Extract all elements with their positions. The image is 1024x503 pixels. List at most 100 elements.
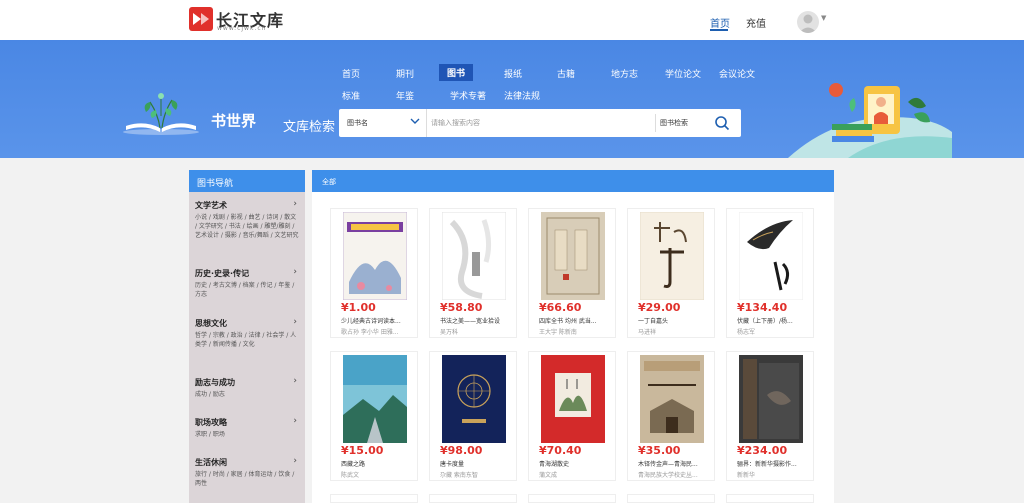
search-icon[interactable] — [714, 115, 730, 131]
top-nav-home[interactable]: 首页 — [710, 15, 730, 30]
sidebar-subcategories[interactable]: 历史 / 考古文博 / 档案 / 传记 / 年鉴 / 方志 — [195, 281, 299, 299]
category-home[interactable]: 首页 — [342, 67, 360, 80]
book-card[interactable]: ¥15.00 西藏之路 陈武文 — [330, 351, 418, 481]
book-price: ¥234.00 — [737, 444, 788, 457]
book-cover-image[interactable] — [541, 355, 605, 443]
sidebar-subcategories[interactable]: 哲学 / 宗教 / 政治 / 法律 / 社会学 / 人类学 / 新闻传播 / 文… — [195, 331, 299, 349]
book-card[interactable] — [528, 494, 616, 503]
chevron-right-icon[interactable]: › — [293, 376, 297, 386]
book-title[interactable]: 四库全书 均州 武当... — [539, 316, 613, 325]
category-newspapers[interactable]: 报纸 — [504, 67, 522, 80]
site-logo[interactable]: 长江文库 www.cjwk.cn — [189, 7, 289, 35]
sidebar-subcategories[interactable]: 成功 / 励志 — [195, 390, 299, 399]
sidebar-group-title[interactable]: 职场攻略 — [195, 417, 227, 428]
chevron-right-icon[interactable]: › — [293, 267, 297, 277]
chevron-right-icon[interactable]: › — [293, 456, 297, 466]
open-book-illustration-icon — [123, 93, 199, 135]
book-title[interactable]: 骊界：新新华摄影作... — [737, 459, 811, 468]
book-card[interactable]: ¥1.00 少儿经典古诗词读本... 歌占孙 李小华 田雅... — [330, 208, 418, 338]
category-journals[interactable]: 期刊 — [396, 67, 414, 80]
book-title[interactable]: 少儿经典古诗词读本... — [341, 316, 415, 325]
book-cover-image[interactable] — [442, 212, 506, 300]
category-standards[interactable]: 标准 — [342, 89, 360, 102]
search-box: 图书名 图书检索 — [339, 109, 741, 137]
book-list-panel: 全部 ¥1.00 少儿经典古诗词读本... 歌占孙 李小华 田雅... ¥58.… — [312, 170, 834, 503]
book-title[interactable]: 青海湖散史 — [539, 459, 613, 468]
book-price: ¥98.00 — [440, 444, 483, 457]
category-ancient-books[interactable]: 古籍 — [557, 67, 575, 80]
book-title[interactable]: 伏藏（上下册）/杨... — [737, 316, 811, 325]
category-theses[interactable]: 学位论文 — [665, 67, 701, 80]
book-price: ¥1.00 — [341, 301, 376, 314]
active-nav-underline — [710, 29, 728, 31]
book-cover-image[interactable] — [343, 212, 407, 300]
category-books[interactable]: 图书 — [439, 64, 474, 81]
book-card[interactable]: ¥70.40 青海湖散史 蒲文成 — [528, 351, 616, 481]
content-tab-bar: 全部 — [312, 170, 834, 192]
book-card[interactable]: ¥35.00 木铎传金声—青海民... 青海民族大学校史丛... — [627, 351, 715, 481]
book-title[interactable]: 西藏之路 — [341, 459, 415, 468]
book-price: ¥15.00 — [341, 444, 384, 457]
sidebar-subcategories[interactable]: 旅行 / 时尚 / 家居 / 体育运动 / 饮食 / 两性 — [195, 470, 299, 488]
book-price: ¥35.00 — [638, 444, 681, 457]
search-banner: 首页 期刊 图书 报纸 古籍 地方志 学位论文 会议论文 标准 年鉴 学术专著 … — [0, 40, 1024, 158]
book-cover-image[interactable] — [739, 212, 803, 300]
sidebar-group-title[interactable]: 思想文化 — [195, 318, 227, 329]
book-navigation-sidebar: 图书导航 文学艺术 › 小说 / 戏剧 / 影视 / 曲艺 / 诗词 / 散文 … — [189, 170, 305, 503]
tab-all[interactable]: 全部 — [322, 177, 336, 187]
category-monographs[interactable]: 学术专著 — [450, 89, 486, 102]
book-card[interactable]: ¥29.00 一丁自嘉头 马进祥 — [627, 208, 715, 338]
top-nav-recharge[interactable]: 充值 — [746, 15, 766, 30]
sidebar-group-title[interactable]: 文学艺术 — [195, 200, 227, 211]
book-card[interactable]: ¥66.60 四库全书 均州 武当... 王大宇 陈新南 — [528, 208, 616, 338]
sidebar-group-title[interactable]: 历史·史录·传记 — [195, 268, 249, 279]
book-card[interactable]: ¥134.40 伏藏（上下册）/杨... 杨志军 — [726, 208, 814, 338]
book-cover-image[interactable] — [541, 212, 605, 300]
book-price: ¥66.60 — [539, 301, 582, 314]
book-author: 新新华 — [737, 472, 756, 479]
category-conference-papers[interactable]: 会议论文 — [719, 67, 755, 80]
logo-mark-icon — [189, 7, 213, 31]
book-author: 尕藏 索南东智 — [440, 472, 478, 479]
chevron-right-icon[interactable]: › — [293, 416, 297, 426]
sidebar-subcategories[interactable]: 小说 / 戏剧 / 影视 / 曲艺 / 诗词 / 散文 / 文学研究 / 书法 … — [195, 213, 299, 240]
book-card[interactable] — [429, 494, 517, 503]
category-local-chronicles[interactable]: 地方志 — [611, 67, 638, 80]
book-author: 歌占孙 李小华 田雅... — [341, 329, 399, 336]
book-card[interactable] — [627, 494, 715, 503]
book-cover-image[interactable] — [739, 355, 803, 443]
search-scope-button[interactable]: 图书检索 — [660, 118, 688, 128]
chevron-right-icon[interactable]: › — [293, 199, 297, 209]
top-bar: 长江文库 www.cjwk.cn 首页 充值 ▼ — [0, 0, 1024, 40]
category-yearbooks[interactable]: 年鉴 — [396, 89, 414, 102]
sidebar-subcategories[interactable]: 求职 / 职场 — [195, 430, 299, 439]
chevron-right-icon[interactable]: › — [293, 317, 297, 327]
search-type-select[interactable]: 图书名 — [347, 118, 368, 128]
sidebar-group-title[interactable]: 生活休闲 — [195, 457, 227, 468]
reading-illustration-icon — [788, 83, 952, 158]
sidebar-group-title[interactable]: 励志与成功 — [195, 377, 235, 388]
divider — [655, 114, 656, 132]
book-cover-image[interactable] — [640, 355, 704, 443]
book-card[interactable] — [330, 494, 418, 503]
search-input[interactable] — [431, 114, 651, 132]
book-cover-image[interactable] — [640, 212, 704, 300]
book-title[interactable]: 书法之美——宽业拾设 — [440, 316, 514, 325]
book-author: 马进祥 — [638, 329, 657, 336]
chevron-down-icon[interactable]: ▼ — [821, 14, 826, 22]
book-title[interactable]: 唐卡度量 — [440, 459, 514, 468]
book-card[interactable]: ¥98.00 唐卡度量 尕藏 索南东智 — [429, 351, 517, 481]
category-laws[interactable]: 法律法规 — [504, 89, 540, 102]
book-author: 陈武文 — [341, 472, 360, 479]
book-title[interactable]: 一丁自嘉头 — [638, 316, 712, 325]
book-card[interactable]: ¥234.00 骊界：新新华摄影作... 新新华 — [726, 351, 814, 481]
book-card[interactable] — [726, 494, 814, 503]
book-cover-image[interactable] — [442, 355, 506, 443]
book-card[interactable]: ¥58.80 书法之美——宽业拾设 吴万科 — [429, 208, 517, 338]
logo-url: www.cjwk.cn — [217, 25, 267, 32]
book-cover-image[interactable] — [343, 355, 407, 443]
chevron-down-icon[interactable] — [409, 115, 421, 127]
avatar[interactable] — [797, 11, 819, 33]
search-label: 文库检索 — [283, 120, 336, 135]
book-title[interactable]: 木铎传金声—青海民... — [638, 459, 712, 468]
